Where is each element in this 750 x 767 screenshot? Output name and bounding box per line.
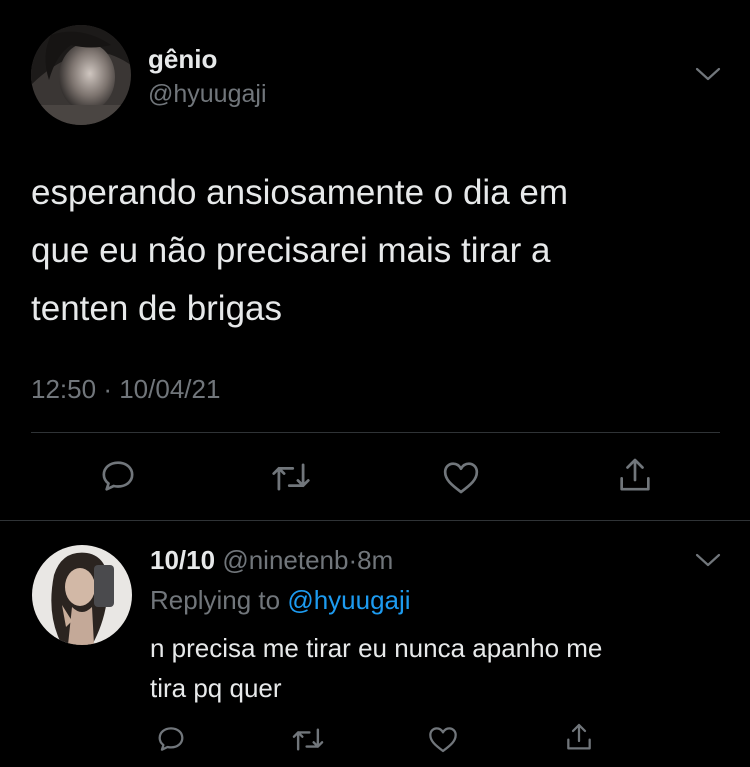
reply-icon[interactable] bbox=[155, 723, 187, 755]
main-tweet-timestamp[interactable]: 12:50 · 10/04/21 bbox=[31, 374, 220, 405]
reply-header: 10/10 @ninetenb·8m bbox=[150, 545, 393, 576]
main-tweet-text-line: que eu não precisarei mais tirar a bbox=[31, 231, 551, 270]
header-separator: · bbox=[348, 545, 358, 575]
main-tweet-display-name[interactable]: gênio bbox=[148, 44, 217, 75]
share-icon[interactable] bbox=[563, 721, 595, 753]
main-tweet-handle[interactable]: @hyuugaji bbox=[148, 80, 267, 109]
reply-icon[interactable] bbox=[98, 456, 138, 496]
divider bbox=[31, 432, 720, 433]
main-tweet-text: esperando ansiosamente o dia em que eu n… bbox=[31, 164, 568, 338]
main-tweet-date: 10/04/21 bbox=[119, 374, 221, 404]
main-tweet-text-line: tenten de brigas bbox=[31, 289, 283, 328]
share-icon[interactable] bbox=[615, 455, 655, 495]
replying-to-mention[interactable]: @hyuugaji bbox=[287, 585, 410, 615]
reply-handle[interactable]: @ninetenb bbox=[222, 545, 348, 575]
main-tweet-avatar[interactable] bbox=[31, 25, 131, 125]
chevron-down-icon[interactable] bbox=[694, 64, 722, 84]
reply-text: n precisa me tirar eu nunca apanho me ti… bbox=[150, 628, 602, 708]
main-tweet-time: 12:50 bbox=[31, 374, 97, 404]
reply-age[interactable]: 8m bbox=[357, 545, 393, 575]
retweet-icon[interactable] bbox=[291, 724, 325, 755]
reply-avatar[interactable] bbox=[32, 545, 132, 645]
like-icon[interactable] bbox=[441, 458, 481, 496]
retweet-icon[interactable] bbox=[270, 458, 312, 496]
reply-text-line: tira pq quer bbox=[150, 673, 282, 703]
main-tweet-text-line: esperando ansiosamente o dia em bbox=[31, 173, 569, 212]
replying-to-label: Replying to bbox=[150, 585, 281, 615]
replying-to-line: Replying to @hyuugaji bbox=[150, 585, 411, 616]
timestamp-separator: · bbox=[103, 374, 112, 404]
like-icon[interactable] bbox=[427, 724, 459, 754]
divider bbox=[0, 520, 750, 521]
reply-display-name[interactable]: 10/10 bbox=[150, 545, 215, 575]
chevron-down-icon[interactable] bbox=[694, 550, 722, 570]
reply-text-line: n precisa me tirar eu nunca apanho me bbox=[150, 633, 603, 663]
